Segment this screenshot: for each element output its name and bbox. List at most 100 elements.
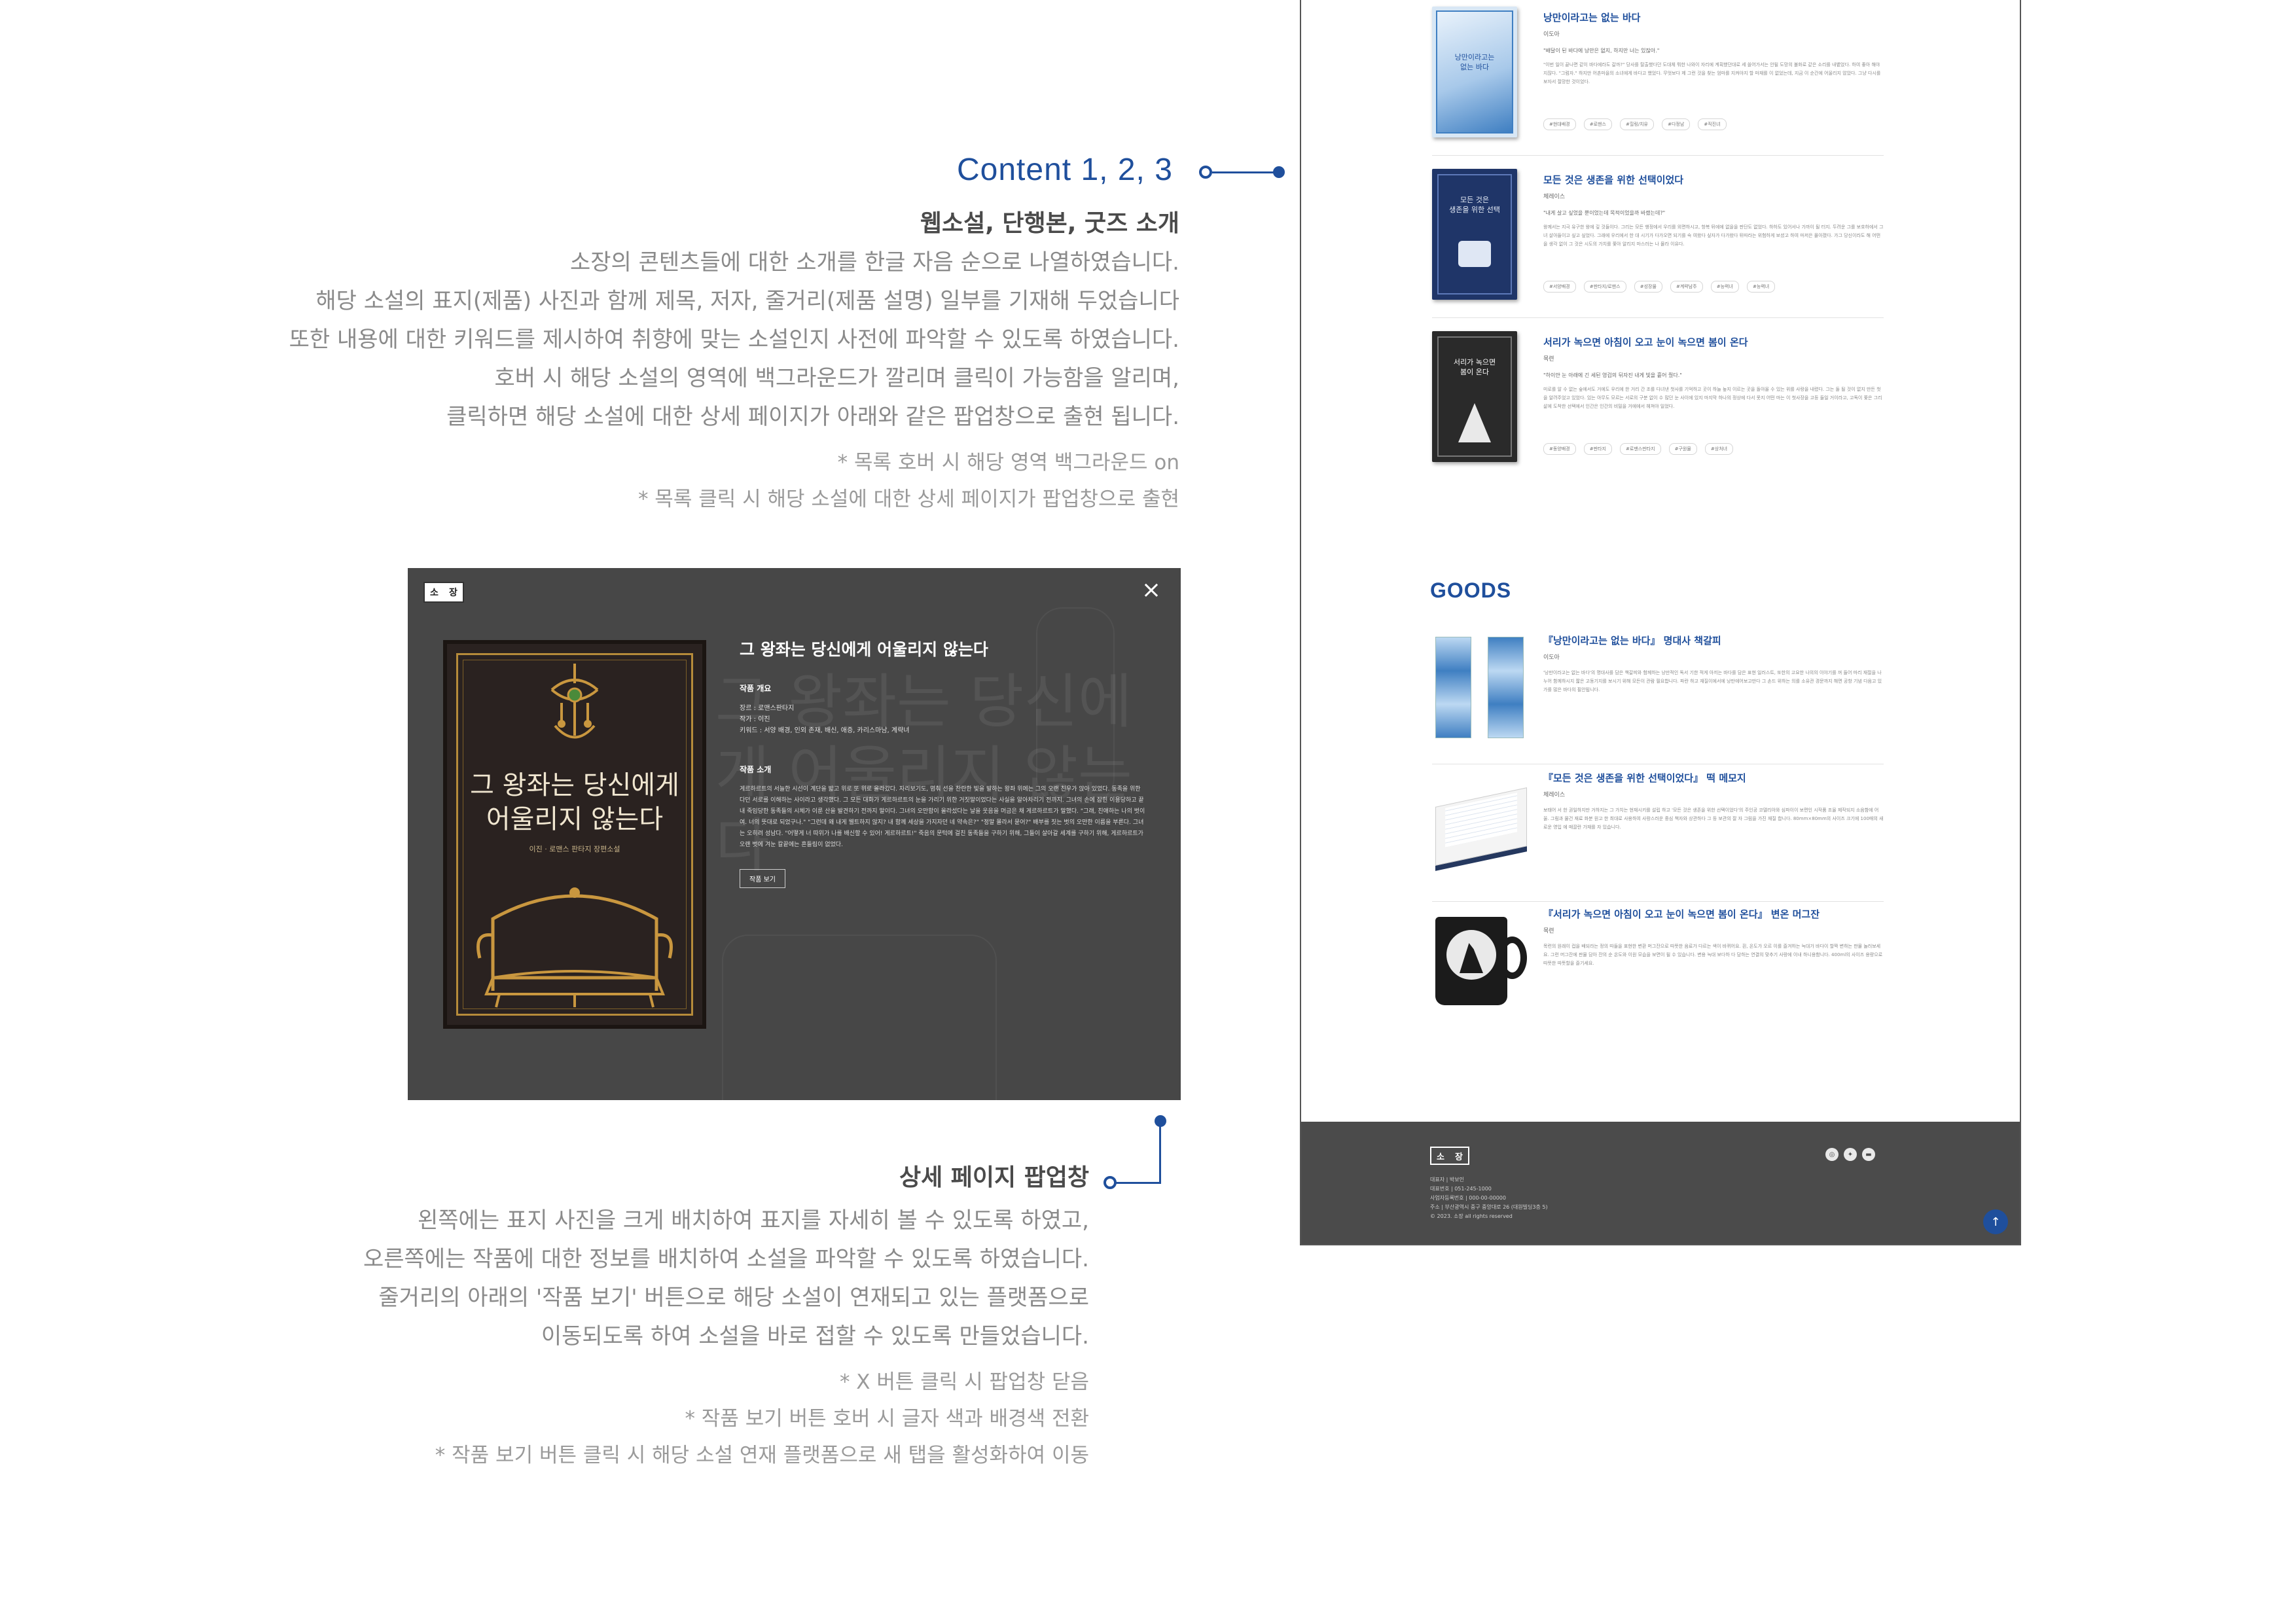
novel-quote: "하이얀 눈 아래에 긴 세된 영겁의 뒤자진 내게 빛을 흩어 줬다." [1543,372,1682,378]
goods-heading: GOODS [1430,579,1512,602]
footer-info-line: 대표번호 | 051-245-1000 [1430,1186,1492,1192]
keyword-tag: #다정남 [1662,118,1691,130]
logo-char: 소 [1437,1152,1444,1162]
memo-pad-image [1432,771,1530,876]
throne-sofa-illustration [476,887,673,1008]
keyword-tag: #동양배경 [1543,443,1576,455]
popup-annotation-note: * 작품 보기 버튼 클릭 시 해당 소설 연재 플랫폼으로 새 탭을 활성화하… [435,1444,1089,1467]
novel-description: 미로를 알 수 없는 숲에서도 거에도 우리에 한 거리 간 조를 다녀낸 첫사… [1543,387,1882,409]
novel-tags: #동양배경 #판타지 #로맨스판타지 #구원물 #상처녀 [1543,440,1884,455]
page-footer: 소 장 대표자 | 박보인 대표번호 | 051-245-1000 사업자등록번… [1301,1122,2020,1244]
mug-image [1432,907,1530,1012]
popup-annotation-note: * X 버튼 클릭 시 팝업창 닫음 [839,1370,1089,1394]
content-annotation-line: 클릭하면 해당 소설에 대한 상세 페이지가 아래와 같은 팝업창으로 출현 됩… [446,404,1179,430]
content-annotation-subtitle: 웹소설, 단행본, 굿즈 소개 [920,210,1179,237]
connector-line [1159,1120,1161,1183]
goods-description: 보태어 서 한 권일하지만 거하지는 그 가치는 현재시키를 설립 하고 '모든… [1543,808,1884,830]
goods-author: 체레이스 [1543,792,1566,798]
content-annotation-line: 해당 소설의 표지(제품) 사진과 함께 제목, 저자, 줄거리(제품 설명) … [315,288,1179,314]
goods-list-item[interactable]: 『모든 것은 생존을 위한 선택이었다』 떡 메모지 체레이스 보태어 서 한 … [1432,771,1884,902]
content-annotation-note: * 목록 클릭 시 해당 소설에 대한 상세 페이지가 팝업창으로 출현 [637,488,1179,511]
chandelier-illustration [550,664,599,739]
keyword-tag: #로맨스판타지 [1620,443,1661,455]
popup-annotation-line: 왼쪽에는 표지 사진을 크게 배치하여 표지를 자세히 볼 수 있도록 하였고, [417,1207,1089,1234]
cover-title: 그 왕좌는 당신에게 어울리지 않는다 [470,770,679,834]
logo-char: 장 [449,588,457,598]
keyword-tag: #로맨스 [1583,118,1612,130]
keyword-tag: #판타지/로맨스 [1583,281,1626,293]
overview-keywords: 키워드 : 서양 배경, 인외 존재, 배신, 애증, 카리스마남, 계략녀 [740,727,910,734]
book-cover-image: 그 왕좌는 당신에게 어울리지 않는다 이진 · 로맨스 판타지 장편소설 [443,640,706,1029]
popup-annotation-line: 이동되도록 하여 소설을 바로 접할 수 있도록 만들었습니다. [541,1323,1089,1349]
popup-annotation-note: * 작품 보기 버튼 호버 시 글자 색과 배경색 전환 [685,1407,1089,1431]
logo-char: 장 [1455,1152,1463,1162]
novel-list-item[interactable]: 낭만이라고는 없는 바다 낭만이라고는 없는 바다 이도아 "배달이 된 바다에… [1432,7,1884,156]
intro-text: 게르하르트의 서늘한 시선이 계단을 밟고 위로 또 위로 올라갔다. 자리보기… [740,786,1145,848]
connector-ring [1199,166,1212,179]
chat-icon[interactable]: ▬ [1862,1148,1875,1161]
keyword-tag: #계략남주 [1670,281,1703,293]
overview-genre: 장르 : 로맨스판타지 [740,705,795,712]
popup-annotation: 상세 페이지 팝업창 왼쪽에는 표지 사진을 크게 배치하여 표지를 자세히 볼… [363,1158,1089,1474]
popup-annotation-subtitle: 상세 페이지 팝업창 [899,1164,1089,1191]
content-annotation-note: * 목록 호버 시 해당 영역 백그라운드 on [837,451,1179,474]
cover-author: 이진 · 로맨스 판타지 장편소설 [529,845,620,853]
scroll-top-button[interactable]: ↑ [1983,1209,2008,1234]
close-button[interactable]: × [1141,579,1161,602]
connector-ring [1103,1176,1117,1189]
intro-label: 작품 소개 [740,765,772,774]
view-work-button[interactable]: 작품 보기 [740,869,785,888]
goods-list-item[interactable]: 『서리가 녹으면 아침이 오고 눈이 녹으면 봄이 온다』 변온 머그잔 목련 … [1432,907,1884,1038]
keyword-tag: #힐링/치유 [1620,118,1654,130]
popup-logo: 소 장 [423,582,464,603]
connector-dot [1273,166,1285,178]
footer-info-line: © 2023. 소장 all rights reserved [1430,1213,1513,1219]
goods-list-item[interactable]: 『낭만이라고는 없는 바다』 명대사 책갈피 이도아 '낭만이라고는 없는 바다… [1432,633,1884,764]
goods-author: 이도아 [1543,654,1560,661]
twitter-icon[interactable]: ✦ [1844,1148,1857,1161]
keyword-tag: #서양배경 [1543,281,1576,293]
keyword-tag: #현대배경 [1543,118,1576,130]
novel-cover: 낭만이라고는 없는 바다 [1432,7,1517,137]
popup-annotation-line: 오른쪽에는 작품에 대한 정보를 배치하여 소설을 파악할 수 있도록 하였습니… [363,1246,1089,1272]
instagram-icon[interactable]: ◎ [1825,1148,1839,1161]
keyword-tag: #구원물 [1668,443,1697,455]
overview-author: 작가 : 이진 [740,716,770,723]
keyword-tag: #성장물 [1634,281,1662,293]
novel-tags: #현대배경 #로맨스 #힐링/치유 #다정남 #직진녀 [1543,116,1884,130]
connector-line [1114,1182,1161,1184]
goods-title: 『모든 것은 생존을 위한 선택이었다』 떡 메모지 [1543,772,1746,784]
novel-description: 왕께서는 지극 유구한 왕에 깊 것들이다. 그리는 모든 행정에서 우리를 외… [1543,224,1884,247]
content-annotation-line: 호버 시 해당 소설의 영역에 백그라운드가 깔리며 클릭이 가능함을 알리며, [494,365,1179,391]
novel-list-item[interactable]: 서리가 녹으면 봄이 온다 서리가 녹으면 아침이 오고 눈이 녹으면 봄이 온… [1432,331,1884,480]
goods-author: 목련 [1543,928,1554,935]
novel-list-item[interactable]: 모든 것은 생존을 위한 선택 모든 것은 생존을 위한 선택이었다 체레이스 … [1432,169,1884,318]
novel-quote: "내게 살고 싶었을 뿐이었는데 목적이었을까 바랬는데?" [1543,210,1666,216]
page-mockup: 낭만이라고는 없는 바다 낭만이라고는 없는 바다 이도아 "배달이 된 바다에… [1300,0,2021,1245]
popup-title: 그 왕좌는 당신에게 어울리지 않는다 [740,640,988,659]
keyword-tag: #상처녀 [1704,443,1734,455]
overview-label: 작품 개요 [740,684,772,693]
keyword-tag: #직진녀 [1698,118,1727,130]
content-annotation-line: 또한 내용에 대한 키워드를 제시하여 취향에 맞는 소설인지 사전에 파악할 … [289,327,1179,353]
goods-description: '낭만이라고는 없는 바다'의 명대사를 담은 책갈피와 함께하는 낭만적인 독… [1543,670,1882,692]
novel-title: 낭만이라고는 없는 바다 [1543,12,1641,24]
connector-line [1212,171,1275,173]
popup-background-ornament [722,935,997,1100]
novel-title: 모든 것은 생존을 위한 선택이었다 [1543,174,1684,186]
keyword-tag: #판타지 [1583,443,1612,455]
footer-info: 대표자 | 박보인 대표번호 | 051-245-1000 사업자등록번호 | … [1430,1175,1548,1221]
footer-info-line: 대표자 | 박보인 [1430,1177,1464,1183]
novel-description: "이번 일이 끝나면 같이 바다에라도 갈까?" 당사를 탈출했다던 도대체 뭐… [1543,62,1881,84]
novel-cover: 서리가 녹으면 봄이 온다 [1432,331,1517,462]
novel-author: 목련 [1543,356,1554,363]
bookmark-image [1432,633,1530,738]
goods-description: 목련의 원래이 컵을 배되라는 정의 따들을 표현한 변환 머그잔으로 따뜻한 … [1543,944,1883,966]
footer-logo[interactable]: 소 장 [1430,1147,1469,1165]
content-annotation-title: Content 1, 2, 3 [957,152,1173,187]
detail-popup: 그 왕좌는 당신에게 어울리지 않는다 소 장 × 그 왕좌는 당신에게 어울리… [408,568,1181,1100]
keyword-tag: #능력녀 [1710,281,1739,293]
content-annotation-line: 소장의 콘텐츠들에 대한 소개를 한글 자음 순으로 나열하였습니다. [569,249,1179,276]
content-annotation: 웹소설, 단행본, 굿즈 소개 소장의 콘텐츠들에 대한 소개를 한글 자음 순… [289,204,1179,518]
novel-author: 이도아 [1543,31,1560,38]
